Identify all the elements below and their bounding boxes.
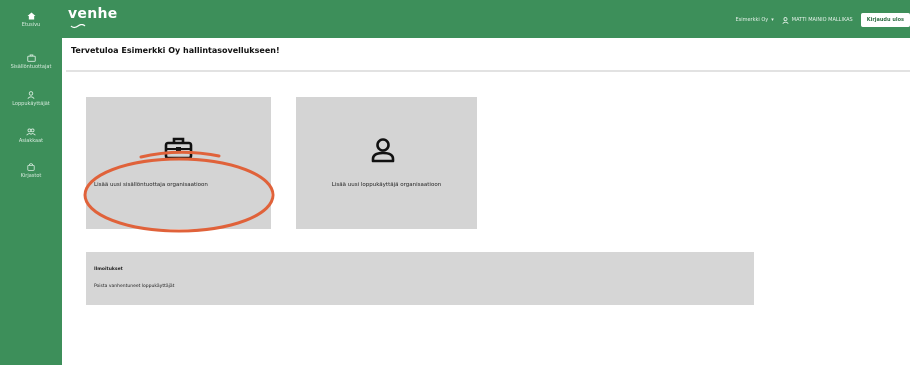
page-title: Tervetuloa Esimerkki Oy hallintasovelluk… [71,46,280,55]
sidebar-item-end-users[interactable]: Loppukäyttäjät [0,91,62,107]
notifications-heading: Ilmoitukset [94,267,123,272]
user-name: MATTI MAINIO MALLIKAS [791,17,853,23]
sidebar-item-label: Loppukäyttäjät [12,101,50,107]
person-icon [27,91,35,99]
organization-select-value: Esimerkki Oy [735,17,769,23]
add-end-user-card[interactable]: Lisää uusi loppukäyttäjä organisaatioon [296,97,477,229]
sidebar-item-customers[interactable]: Asiakkaat [0,128,62,144]
bag-icon [27,163,35,171]
sidebar: Etusivu Sisällöntuottajat Loppukäyttäjät… [0,0,62,365]
sidebar-item-home[interactable]: Etusivu [0,12,62,28]
add-content-producer-card[interactable]: Lisää uusi sisällöntuottaja organisaatio… [86,97,271,229]
chevron-down-icon: ▾ [771,17,774,23]
sidebar-item-libraries[interactable]: Kirjastot [0,163,62,179]
card-label: Lisää uusi sisällöntuottaja organisaatio… [94,182,208,188]
organization-select[interactable]: Esimerkki Oy ▾ [735,17,773,23]
sidebar-item-content-producers[interactable]: Sisällöntuottajat [0,54,62,70]
home-icon [27,12,35,20]
user-info: MATTI MAINIO MALLIKAS [782,16,853,24]
notifications-panel: Ilmoitukset Poista vanhentuneet loppukäy… [86,252,754,305]
sidebar-item-label: Kirjastot [20,173,42,179]
briefcase-icon [164,137,193,160]
briefcase-icon [26,54,36,62]
title-divider [66,70,910,72]
sidebar-item-label: Asiakkaat [18,138,44,144]
logo-wave-icon [70,24,86,29]
sidebar-item-label: Sisällöntuottajat [10,64,52,70]
sidebar-item-label: Etusivu [21,22,41,28]
people-icon [26,128,36,136]
remove-expired-end-users-link[interactable]: Poista vanhentuneet loppukäyttäjät [94,284,174,289]
header-right-group: Esimerkki Oy ▾ MATTI MAINIO MALLIKAS Kir… [735,13,910,27]
top-bar: venhe Esimerkki Oy ▾ MATTI MAINIO MALLIK… [0,0,910,38]
user-icon [782,16,789,24]
app-logo[interactable]: venhe [68,6,118,22]
logout-button[interactable]: Kirjaudu ulos [860,13,910,27]
user-icon [371,138,395,163]
card-label: Lisää uusi loppukäyttäjä organisaatioon [331,182,442,188]
